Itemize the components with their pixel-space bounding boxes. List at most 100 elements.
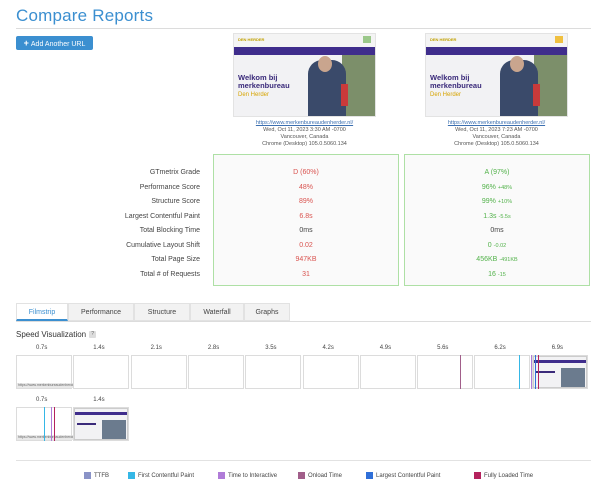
thumb-head <box>318 56 332 72</box>
strip-tick-label: 0.7s <box>36 397 48 403</box>
report-2-cls-row: 0 -0.02 <box>405 239 589 254</box>
filmstrip-frame[interactable] <box>417 355 474 389</box>
filmstrip-frame[interactable] <box>245 355 302 389</box>
label-cls: Cumulative Layout Shift <box>126 241 200 249</box>
report-2-requests-delta: -15 <box>497 271 506 278</box>
label-requests: Total # of Requests <box>140 270 200 278</box>
filmstrip-frame-screenshot <box>74 408 129 440</box>
report-1-lcp: 6.8s <box>299 212 313 220</box>
time-to-interactive-marker <box>51 407 52 441</box>
report-1-browser: Chrome (Desktop) 105.0.5060.134 <box>262 141 347 147</box>
legend-label: Fully Loaded Time <box>484 473 534 480</box>
report-1-screenshot[interactable]: DEN HERDER Welkom bij merkenbureau Den He… <box>233 33 376 117</box>
legend-label: Onload Time <box>308 473 343 480</box>
strip-tick-label: 6.2s <box>494 345 506 351</box>
legend-item: Fully Loaded Time <box>474 472 533 479</box>
report-1-url-link[interactable]: https://www.merkenbureaudenherder.nl/ <box>256 120 353 126</box>
filmstrip-frame[interactable] <box>73 407 130 441</box>
report-2-location: Vancouver, Canada <box>472 134 521 140</box>
legend-swatch-icon <box>128 472 135 479</box>
report-1-size: 947KB <box>295 256 317 263</box>
thumb-menu <box>234 47 375 55</box>
legend-swatch-icon <box>298 472 305 479</box>
report-column-2: DEN HERDER Welkom bij merkenbureau Den He… <box>425 33 568 148</box>
report-2-lcp: 1.3s <box>483 212 497 220</box>
report-1-structure: 89% <box>298 198 313 205</box>
tab-waterfall[interactable]: Waterfall <box>190 303 244 321</box>
thumb-logo: DEN HERDER <box>430 37 457 42</box>
legend-item: TTFB <box>84 472 109 479</box>
strip-tick-label: 2.1s <box>150 345 162 351</box>
report-2-screenshot[interactable]: DEN HERDER Welkom bij merkenbureau Den He… <box>425 33 568 117</box>
tab-graphs[interactable]: Graphs <box>244 303 290 321</box>
report-2-requests: 16 <box>488 270 496 278</box>
report-1-tbt: 0ms <box>299 227 313 234</box>
strip-tick-label: 1.4s <box>93 397 105 403</box>
report-2-performance-delta: +48% <box>497 184 513 191</box>
filmstrip-frame[interactable] <box>302 355 359 389</box>
thumb-head <box>510 56 524 72</box>
tab-structure[interactable]: Structure <box>134 303 190 321</box>
report-2-lcp-row: 1.3s -5.5s <box>405 210 589 225</box>
report-2-size: 456KB <box>476 256 498 263</box>
report-2-meta: https://www.merkenbureaudenherder.nl/ We… <box>425 120 568 148</box>
report-1-cls: 0.02 <box>299 241 313 249</box>
report-2-structure-delta: +10% <box>497 199 513 205</box>
report-1-date: Wed, Oct 11, 2023 3:30 AM -0700 <box>263 127 346 133</box>
report-2-browser: Chrome (Desktop) 105.0.5060.134 <box>454 141 539 147</box>
report-2-url-link[interactable]: https://www.merkenbureaudenherder.nl/ <box>448 120 545 126</box>
tab-performance[interactable]: Performance <box>68 303 134 321</box>
report-2-tbt: 0ms <box>490 227 504 234</box>
label-tbt: Total Blocking Time <box>139 227 200 234</box>
fully-loaded-marker <box>54 407 55 441</box>
strip-tick-label: 4.9s <box>379 345 392 351</box>
legend-label: First Contentful Paint <box>138 473 195 480</box>
filmstrip-frame[interactable] <box>474 355 531 389</box>
speed-visualization-heading: Speed Visualization? <box>16 330 97 339</box>
fully-loaded-marker <box>538 355 539 389</box>
label-lcp: Largest Contentful Paint <box>124 212 200 220</box>
report-1-requests: 31 <box>302 270 310 278</box>
first-contentful-paint-marker <box>44 407 45 441</box>
add-another-url-button[interactable]: + Add Another URL <box>16 36 93 50</box>
strip-url-label: https://www.merkenbureaudenherder.nl/ <box>17 383 73 388</box>
legend-label: Largest Contentful Paint <box>376 473 441 480</box>
legend-swatch-icon <box>218 472 225 479</box>
label-grade: GTmetrix Grade <box>149 169 200 176</box>
filmstrip-frame[interactable] <box>73 355 130 389</box>
filmstrip-frame[interactable]: https://www.merkenbureaudenherder.nl/ <box>16 355 73 389</box>
thumb-bag <box>341 84 348 106</box>
report-1-location: Vancouver, Canada <box>280 134 329 140</box>
report-2-cls: 0 <box>487 241 492 249</box>
report-2-size-row: 456KB -491KB <box>405 253 589 268</box>
strip-tick-label: 0.7s <box>36 345 48 351</box>
label-structure: Structure Score <box>151 198 200 205</box>
thumb-phone-button <box>363 36 371 43</box>
legend-swatch-icon <box>474 472 481 479</box>
filmstrip-frame[interactable] <box>531 355 588 389</box>
strip-tick-label: 1.4s <box>93 345 105 351</box>
report-2-metrics-box: A (97%) 96% +48% 99% +10% 1.3s -5.5s 0ms 0-… <box>404 154 590 286</box>
onload-time-marker <box>460 355 461 389</box>
thumb-menu <box>426 47 567 55</box>
report-2-date: Wed, Oct 11, 2023 7:23 AM -0700 <box>455 127 538 133</box>
thumb-logo: DEN HERDER <box>238 37 265 42</box>
legend-item: Largest Contentful Paint <box>366 472 440 479</box>
filmstrip-frame[interactable] <box>130 355 187 389</box>
plus-icon: + <box>23 38 29 48</box>
label-performance: Performance Score <box>139 183 200 191</box>
legend-item: Onload Time <box>298 472 342 479</box>
report-2-performance: 96% <box>481 183 496 191</box>
filmstrip-frame-screenshot <box>532 356 587 388</box>
legend-label: Time to Interactive <box>228 473 278 480</box>
report-1-metrics-box: D (60%) 48% 89% 6.8s 0ms 0.02 947KB 31 <box>213 154 399 286</box>
thumb-heading: Welkom bij merkenbureau <box>238 73 290 90</box>
filmstrip-frame[interactable] <box>187 355 244 389</box>
tab-filmstrip[interactable]: Filmstrip <box>16 303 68 321</box>
help-icon[interactable]: ? <box>89 331 97 339</box>
page-title: Compare Reports <box>16 6 154 25</box>
strip-tick-label: 3.5s <box>265 345 277 351</box>
thumb-phone-button <box>555 36 563 43</box>
report-2-size-delta: -491KB <box>499 257 518 263</box>
filmstrip-frame[interactable] <box>359 355 416 389</box>
